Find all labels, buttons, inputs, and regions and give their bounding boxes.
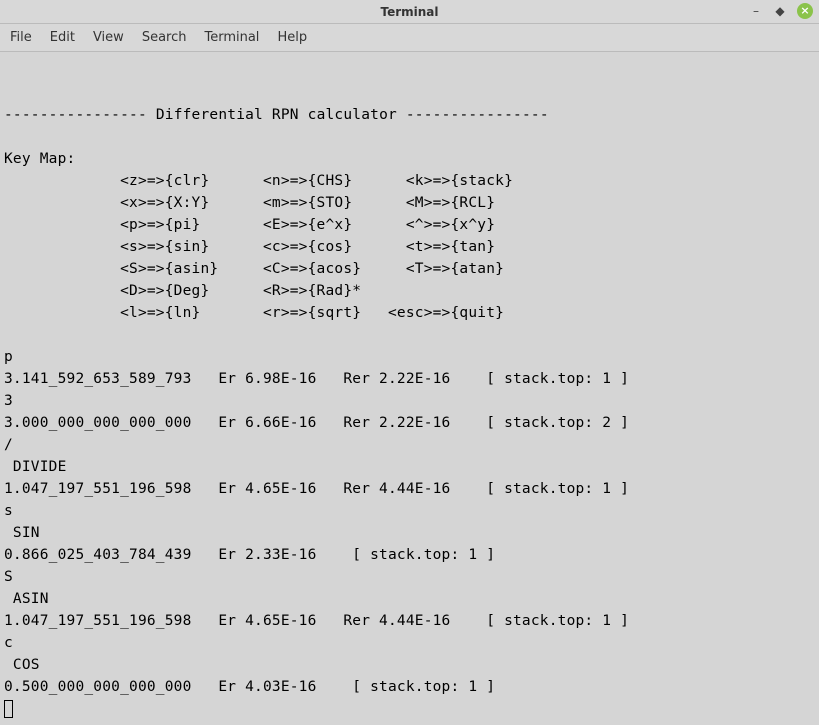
menu-view[interactable]: View — [93, 30, 124, 45]
keymap-row: <l>=>{ln} <r>=>{sqrt} <esc>=>{quit} — [4, 305, 504, 321]
minimize-icon[interactable]: – — [749, 4, 763, 18]
session-line: DIVIDE — [4, 459, 67, 475]
menu-edit[interactable]: Edit — [50, 30, 75, 45]
window-title: Terminal — [380, 5, 438, 19]
keymap-row: <z>=>{clr} <n>=>{CHS} <k>=>{stack} — [4, 173, 513, 189]
keymap-row: <S>=>{asin} <C>=>{acos} <T>=>{atan} — [4, 261, 504, 277]
blank-line — [4, 85, 13, 101]
session-line: c — [4, 635, 13, 651]
keymap-row: <p>=>{pi} <E>=>{e^x} <^>=>{x^y} — [4, 217, 495, 233]
terminal-output[interactable]: ---------------- Differential RPN calcul… — [0, 52, 819, 725]
session-line: 1.047_197_551_196_598 Er 4.65E-16 Rer 4.… — [4, 613, 629, 629]
session-line: S — [4, 569, 13, 585]
menu-help[interactable]: Help — [277, 30, 307, 45]
menu-bar: File Edit View Search Terminal Help — [0, 24, 819, 52]
session-line: ASIN — [4, 591, 49, 607]
maximize-icon[interactable]: ◆ — [773, 4, 787, 18]
session-line: 3.000_000_000_000_000 Er 6.66E-16 Rer 2.… — [4, 415, 629, 431]
keymap-label: Key Map: — [4, 151, 75, 167]
close-icon[interactable]: × — [797, 3, 813, 19]
menu-file[interactable]: File — [10, 30, 32, 45]
session-line: 0.866_025_403_784_439 Er 2.33E-16 [ stac… — [4, 547, 495, 563]
session-line: 3.141_592_653_589_793 Er 6.98E-16 Rer 2.… — [4, 371, 629, 387]
session-line: / — [4, 437, 13, 453]
session-line: SIN — [4, 525, 40, 541]
menu-terminal[interactable]: Terminal — [204, 30, 259, 45]
menu-search[interactable]: Search — [142, 30, 187, 45]
session-line: 1.047_197_551_196_598 Er 4.65E-16 Rer 4.… — [4, 481, 629, 497]
window-controls: – ◆ × — [749, 3, 813, 19]
session-line: 0.500_000_000_000_000 Er 4.03E-16 [ stac… — [4, 679, 495, 695]
keymap-row: <s>=>{sin} <c>=>{cos} <t>=>{tan} — [4, 239, 495, 255]
terminal-cursor — [4, 700, 13, 718]
keymap-row: <D>=>{Deg} <R>=>{Rad}* — [4, 283, 361, 299]
window-titlebar: Terminal – ◆ × — [0, 0, 819, 24]
keymap-row: <x>=>{X:Y} <m>=>{STO} <M>=>{RCL} — [4, 195, 495, 211]
header-line: ---------------- Differential RPN calcul… — [4, 107, 549, 123]
session-line: 3 — [4, 393, 13, 409]
session-line: COS — [4, 657, 40, 673]
session-line: s — [4, 503, 13, 519]
session-line: p — [4, 349, 13, 365]
